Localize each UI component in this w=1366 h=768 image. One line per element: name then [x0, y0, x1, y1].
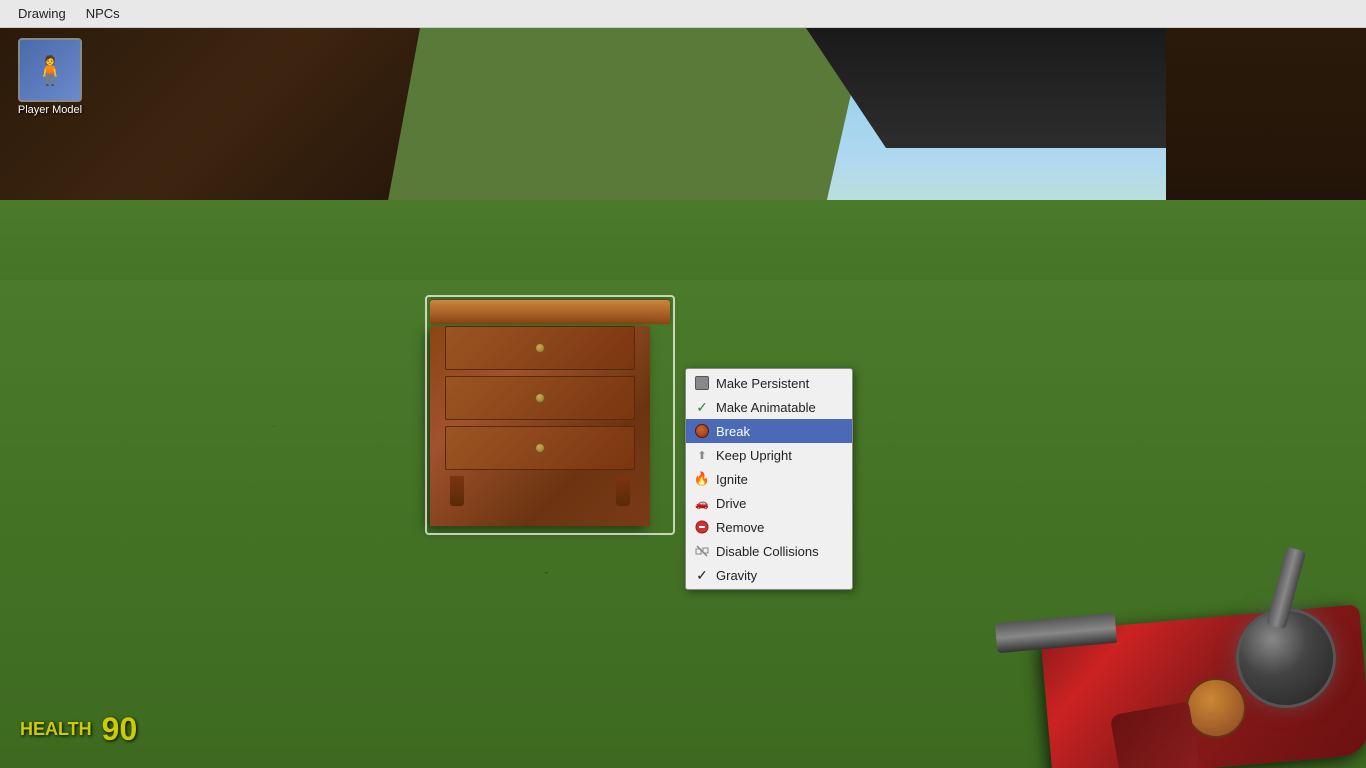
menu-item-npcs[interactable]: NPCs: [76, 2, 130, 25]
ignite-icon: 🔥: [694, 471, 710, 487]
player-model-widget[interactable]: 🧍 Player Model: [10, 38, 90, 116]
persistent-icon: [694, 375, 710, 391]
drawer-knob-1: [535, 343, 545, 353]
ctx-item-break[interactable]: Break: [686, 419, 852, 443]
ctx-label-gravity: Gravity: [716, 568, 757, 583]
menu-bar: Drawing NPCs: [0, 0, 1366, 28]
ctx-label-make-persistent: Make Persistent: [716, 376, 809, 391]
drive-icon: 🚗: [694, 495, 710, 511]
dresser-object: [430, 300, 670, 530]
health-value: 90: [102, 711, 138, 748]
context-menu: Make Persistent ✓ Make Animatable Break …: [685, 368, 853, 590]
dresser-drawer-2: [445, 376, 635, 420]
nocollide-icon: [694, 543, 710, 559]
ctx-item-drive[interactable]: 🚗 Drive: [686, 491, 852, 515]
gun-detail: [1186, 678, 1246, 738]
player-model-label: Player Model: [10, 104, 90, 116]
dresser-leg-left: [450, 476, 464, 506]
ctx-item-remove[interactable]: Remove: [686, 515, 852, 539]
dresser-drawer-3: [445, 426, 635, 470]
health-label: HEALTH: [20, 719, 92, 740]
gravity-icon: ✓: [694, 567, 710, 583]
ctx-label-keep-upright: Keep Upright: [716, 448, 792, 463]
ctx-item-disable-collisions[interactable]: Disable Collisions: [686, 539, 852, 563]
dresser-leg-right: [616, 476, 630, 506]
player-model-icon[interactable]: 🧍: [18, 38, 82, 102]
ctx-item-make-animatable[interactable]: ✓ Make Animatable: [686, 395, 852, 419]
hud-health: HEALTH 90: [20, 711, 137, 748]
dresser-top: [430, 300, 670, 324]
ctx-item-gravity[interactable]: ✓ Gravity: [686, 563, 852, 587]
player-figure-icon: 🧍: [33, 54, 68, 87]
ctx-label-break: Break: [716, 424, 750, 439]
remove-icon: [694, 519, 710, 535]
ctx-label-make-animatable: Make Animatable: [716, 400, 816, 415]
ctx-item-keep-upright[interactable]: ⬆ Keep Upright: [686, 443, 852, 467]
upright-icon: ⬆: [694, 447, 710, 463]
dresser-legs: [430, 476, 650, 506]
ctx-label-remove: Remove: [716, 520, 764, 535]
drawer-knob-3: [535, 443, 545, 453]
dresser-drawer-1: [445, 326, 635, 370]
ctx-label-drive: Drive: [716, 496, 746, 511]
dresser-body: [430, 326, 650, 526]
ctx-item-make-persistent[interactable]: Make Persistent: [686, 371, 852, 395]
break-icon: [694, 423, 710, 439]
ctx-label-ignite: Ignite: [716, 472, 748, 487]
weapon-display: [866, 488, 1366, 768]
drawer-knob-2: [535, 393, 545, 403]
menu-item-drawing[interactable]: Drawing: [8, 2, 76, 25]
weapon-body: [936, 528, 1366, 768]
animatable-icon: ✓: [694, 399, 710, 415]
ctx-label-disable-collisions: Disable Collisions: [716, 544, 819, 559]
ctx-item-ignite[interactable]: 🔥 Ignite: [686, 467, 852, 491]
